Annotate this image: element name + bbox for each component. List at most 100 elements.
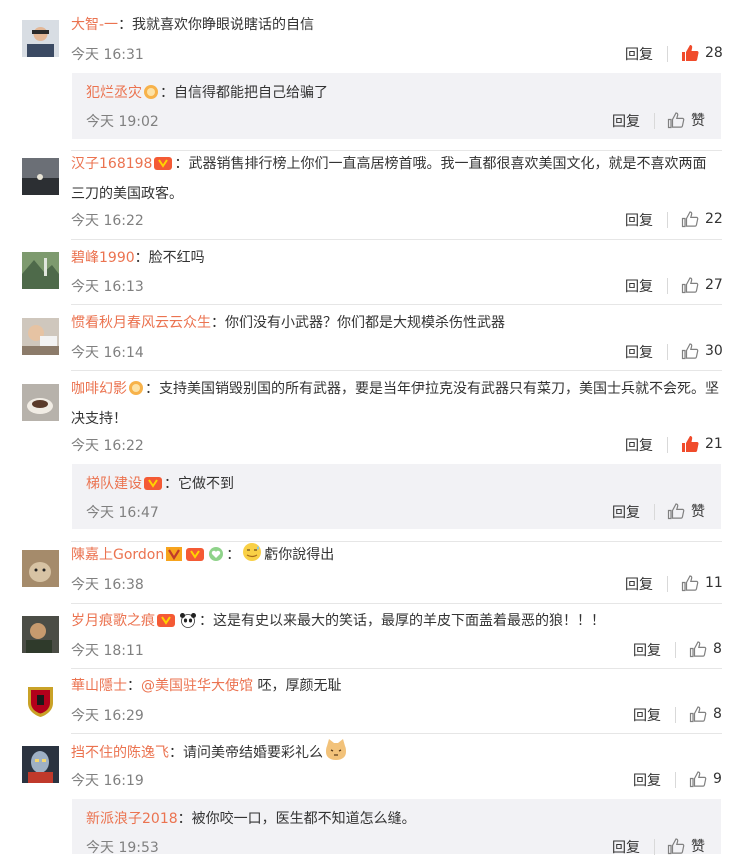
like-count: 8 [713, 641, 722, 657]
reply-button[interactable]: 回复 [633, 640, 661, 660]
comment-text: 大智-一：我就喜欢你睁眼说瞎话的自信 [71, 12, 720, 39]
sub-comment-body: ：它做不到 [164, 476, 234, 492]
comment-time: 今天 16:14 [71, 345, 144, 361]
reply-button[interactable]: 回复 [625, 44, 653, 64]
sub-comment-time: 今天 16:47 [86, 505, 159, 521]
comment-username[interactable]: 陳嘉上Gordon [71, 547, 164, 563]
sub-comment-username[interactable]: 犯烂丞灾 [86, 85, 142, 101]
action-divider [654, 839, 655, 855]
action-divider [654, 504, 655, 520]
avatar[interactable] [22, 158, 59, 195]
thumbs-up-icon [681, 276, 699, 294]
reply-button[interactable]: 回复 [625, 342, 653, 362]
avatar[interactable] [22, 318, 59, 355]
comment-text: 惯看秋月春风云云众生：你们没有小武器？你们都是大规模杀伤性武器 [71, 310, 720, 337]
sub-comment-box: 新派浪子2018：被你咬一口，医生都不知道怎么缝。 今天 19:53 回复 赞 [72, 799, 721, 857]
thumbs-up-icon [681, 210, 699, 228]
reply-button[interactable]: 回复 [612, 111, 640, 131]
like-button[interactable]: 8 [689, 704, 722, 724]
reply-button[interactable]: 回复 [612, 502, 640, 522]
comment-username[interactable]: 大智-一 [71, 17, 118, 33]
like-count: 27 [705, 277, 723, 293]
mention-link[interactable]: @美国驻华大使馆 [141, 678, 253, 694]
comment-body: ：这是有史以来最大的笑话，最厚的羊皮下面盖着最恶的狼！！！ [199, 613, 605, 629]
thumbs-up-icon [689, 705, 707, 723]
comment-time: 今天 16:22 [71, 438, 144, 454]
like-label: 赞 [691, 504, 705, 520]
thumbs-up-icon [667, 837, 685, 855]
like-count: 8 [713, 706, 722, 722]
comment-username[interactable]: 汉子168198 [71, 156, 152, 172]
like-button[interactable]: 8 [689, 639, 722, 659]
sub-comment-username[interactable]: 梯队建设 [86, 476, 142, 492]
verified-v-icon [165, 545, 183, 572]
heart-badge-icon [207, 545, 225, 572]
sub-comment-box: 犯烂丞灾 ：自信得都能把自己给骗了 今天 19:02 回复 赞 [72, 73, 721, 139]
comment-body: ：你们没有小武器？你们都是大规模杀伤性武器 [211, 315, 505, 331]
action-divider [675, 707, 676, 723]
like-button[interactable]: 赞 [667, 501, 705, 521]
comment-text: 碧峰1990：脸不红吗 [71, 245, 720, 272]
like-count: 30 [705, 343, 723, 359]
like-button[interactable]: 21 [681, 434, 723, 454]
thumbs-up-icon [689, 770, 707, 788]
like-button[interactable]: 30 [681, 341, 723, 361]
reply-button[interactable]: 回复 [612, 837, 640, 857]
reply-button[interactable]: 回复 [633, 705, 661, 725]
sub-comment-username[interactable]: 新派浪子2018 [86, 811, 178, 827]
like-button[interactable]: 赞 [667, 110, 705, 130]
thumbs-up-icon [681, 44, 699, 62]
divider [71, 603, 722, 604]
avatar[interactable] [22, 550, 59, 587]
reply-button[interactable]: 回复 [625, 574, 653, 594]
reply-button[interactable]: 回复 [633, 770, 661, 790]
thumbs-up-icon [667, 111, 685, 129]
comment-username[interactable]: 碧峰1990 [71, 250, 135, 266]
comment-body-cont: 虧你說得出 [264, 547, 335, 563]
comment-username[interactable]: 挡不住的陈逸飞 [71, 745, 169, 761]
like-button[interactable]: 11 [681, 573, 723, 593]
reply-button[interactable]: 回复 [625, 210, 653, 230]
action-divider [667, 576, 668, 592]
like-button[interactable]: 22 [681, 209, 723, 229]
reply-button[interactable]: 回复 [625, 435, 653, 455]
sub-comment-time: 今天 19:53 [86, 840, 159, 856]
comment-username[interactable]: 咖啡幻影 [71, 381, 127, 397]
reply-button[interactable]: 回复 [625, 276, 653, 296]
action-divider [667, 212, 668, 228]
comment-time: 今天 16:29 [71, 708, 144, 724]
like-label: 赞 [691, 113, 705, 129]
avatar[interactable] [22, 384, 59, 421]
comment-time: 今天 16:38 [71, 577, 144, 593]
avatar[interactable] [22, 681, 59, 718]
panda-badge-icon [178, 611, 198, 638]
sub-comment-box: 梯队建设 ：它做不到 今天 16:47 回复 赞 [72, 464, 721, 529]
comment-time: 今天 16:19 [71, 773, 144, 789]
like-button[interactable]: 赞 [667, 836, 705, 856]
like-button[interactable]: 9 [689, 769, 722, 789]
avatar[interactable] [22, 252, 59, 289]
comment-time: 今天 16:31 [71, 47, 144, 63]
like-count: 9 [713, 771, 722, 787]
cat-emoji-icon [324, 738, 348, 770]
comment-body-cont: 呸，厚颜无耻 [253, 678, 342, 694]
comment-body: ：支持美国销毁别国的所有武器，要是当年伊拉克没有武器只有菜刀，美国士兵就不会死。… [71, 381, 719, 427]
comment-username[interactable]: 惯看秋月春风云云众生 [71, 315, 211, 331]
like-count: 11 [705, 575, 723, 591]
action-divider [667, 344, 668, 360]
avatar[interactable] [22, 616, 59, 653]
like-button[interactable]: 28 [681, 43, 723, 63]
sub-comment-time: 今天 19:02 [86, 114, 159, 130]
comment-username[interactable]: 岁月痕歌之痕 [71, 613, 155, 629]
avatar[interactable] [22, 746, 59, 783]
comment-body: ： [127, 678, 141, 694]
like-button[interactable]: 27 [681, 275, 723, 295]
avatar[interactable] [22, 20, 59, 57]
comment-body: ：请问美帝结婚要彩礼么 [169, 745, 323, 761]
comment-text: 陳嘉上Gordon ： 虧你說得出 [71, 542, 720, 572]
comment-username[interactable]: 華山隱士 [71, 678, 127, 694]
member-badge-icon [153, 154, 173, 181]
thumbs-up-icon [681, 342, 699, 360]
member-badge-icon [185, 545, 205, 572]
action-divider [675, 642, 676, 658]
